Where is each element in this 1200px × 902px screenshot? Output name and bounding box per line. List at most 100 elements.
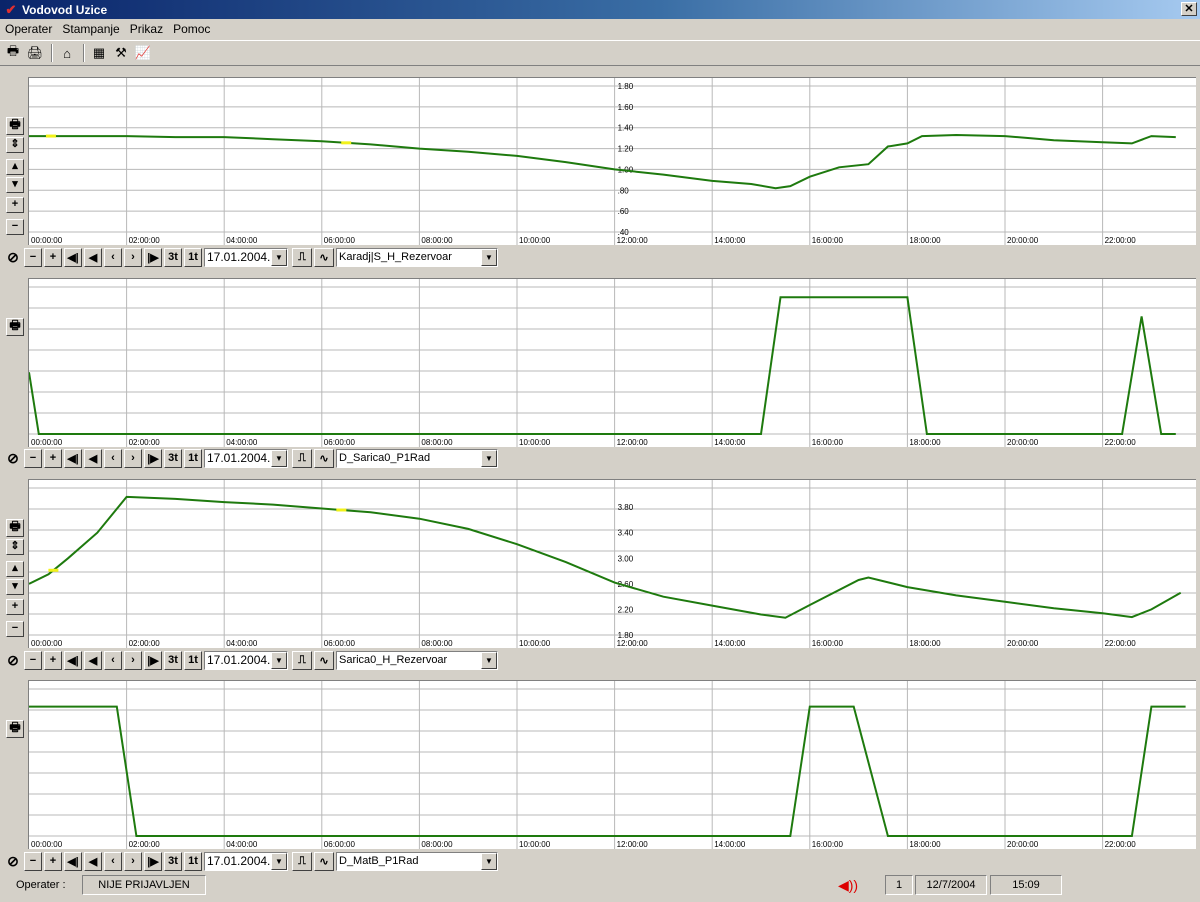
period-3t-button[interactable]: 3t bbox=[164, 448, 182, 468]
next-button[interactable]: › bbox=[124, 851, 142, 871]
home-icon[interactable]: ⌂ bbox=[57, 43, 77, 63]
print-icon[interactable]: 🖶 bbox=[3, 43, 23, 63]
trend-chart[interactable]: 00:00:00 02:00:00 04:00:00 06:00:00 08:00:00… bbox=[28, 278, 1196, 447]
scroll-up-button[interactable]: ▴ bbox=[6, 159, 24, 175]
chevron-down-icon[interactable]: ▼ bbox=[271, 449, 287, 467]
period-3t-button[interactable]: 3t bbox=[164, 851, 182, 871]
last-button[interactable]: |▶ bbox=[144, 650, 162, 670]
scale-minus-button[interactable]: − bbox=[6, 219, 24, 235]
reset-button[interactable]: ⊘ bbox=[4, 449, 22, 468]
prev-fast-button[interactable]: ◀ bbox=[84, 650, 102, 670]
chevron-down-icon[interactable]: ▼ bbox=[481, 651, 497, 669]
scale-toggle-button[interactable]: ⇕ bbox=[6, 539, 24, 555]
prev-fast-button[interactable]: ◀ bbox=[84, 448, 102, 468]
scale-minus-button[interactable]: − bbox=[6, 621, 24, 637]
print-panel-button[interactable]: 🖶 bbox=[6, 117, 24, 135]
zoom-in-button[interactable]: + bbox=[44, 448, 62, 468]
reset-button[interactable]: ⊘ bbox=[4, 852, 22, 871]
zoom-out-button[interactable]: − bbox=[24, 448, 42, 468]
trend-chart[interactable]: 00:00:00 02:00:00 04:00:00 06:00:00 08:00:00… bbox=[28, 77, 1196, 245]
scroll-up-button[interactable]: ▴ bbox=[6, 561, 24, 577]
tag-select[interactable]: D_Sarica0_P1Rad ▼ bbox=[336, 448, 498, 468]
trend-chart[interactable]: 00:00:00 02:00:00 04:00:00 06:00:00 08:00:00… bbox=[28, 479, 1196, 648]
menu-prikaz[interactable]: Prikaz bbox=[125, 22, 168, 36]
date-picker[interactable]: 17.01.2004. ▼ bbox=[204, 851, 288, 871]
tag-select[interactable]: Sarica0_H_Rezervoar ▼ bbox=[336, 650, 498, 670]
prev-button[interactable]: ‹ bbox=[104, 851, 122, 871]
print-panel-button[interactable]: 🖶 bbox=[6, 519, 24, 537]
scale-plus-button[interactable]: + bbox=[6, 197, 24, 213]
zoom-in-button[interactable]: + bbox=[44, 851, 62, 871]
last-button[interactable]: |▶ bbox=[144, 247, 162, 267]
menu-pomoc[interactable]: Pomoc bbox=[168, 22, 215, 36]
scale-plus-button[interactable]: + bbox=[6, 599, 24, 615]
first-button[interactable]: ◀| bbox=[64, 851, 82, 871]
operator-status[interactable]: NIJE PRIJAVLJEN bbox=[82, 875, 206, 895]
tag-select[interactable]: D_MatB_P1Rad ▼ bbox=[336, 851, 498, 871]
prev-fast-button[interactable]: ◀ bbox=[84, 247, 102, 267]
trend-icon[interactable]: 📈 bbox=[133, 43, 153, 63]
scale-toggle-button[interactable]: ⇕ bbox=[6, 137, 24, 153]
time-tick-label: 00:00:00 bbox=[31, 236, 63, 245]
period-1t-button[interactable]: 1t bbox=[184, 851, 202, 871]
next-button[interactable]: › bbox=[124, 650, 142, 670]
print-color-icon[interactable]: 🖨 bbox=[25, 43, 45, 63]
print-panel-button[interactable]: 🖶 bbox=[6, 720, 24, 738]
chevron-down-icon[interactable]: ▼ bbox=[481, 449, 497, 467]
prev-button[interactable]: ‹ bbox=[104, 650, 122, 670]
step-mode-button[interactable]: ⎍ bbox=[292, 247, 312, 267]
zoom-out-button[interactable]: − bbox=[24, 247, 42, 267]
curve-mode-button[interactable]: ∿ bbox=[314, 851, 334, 871]
period-3t-button[interactable]: 3t bbox=[164, 650, 182, 670]
network-icon[interactable]: ▦ bbox=[89, 43, 109, 63]
first-button[interactable]: ◀| bbox=[64, 448, 82, 468]
zoom-out-button[interactable]: − bbox=[24, 650, 42, 670]
first-button[interactable]: ◀| bbox=[64, 247, 82, 267]
date-picker[interactable]: 17.01.2004. ▼ bbox=[204, 448, 288, 468]
step-mode-button[interactable]: ⎍ bbox=[292, 448, 312, 468]
menu-stampanje[interactable]: Stampanje bbox=[57, 22, 124, 36]
print-panel-button[interactable]: 🖶 bbox=[6, 318, 24, 336]
next-button[interactable]: › bbox=[124, 448, 142, 468]
reset-button[interactable]: ⊘ bbox=[4, 651, 22, 670]
time-tick-label: 04:00:00 bbox=[226, 639, 258, 648]
date-picker[interactable]: 17.01.2004. ▼ bbox=[204, 650, 288, 670]
scroll-down-button[interactable]: ▾ bbox=[6, 579, 24, 595]
speaker-icon[interactable]: ◀)) bbox=[838, 877, 858, 894]
time-tick-label: 04:00:00 bbox=[226, 236, 258, 245]
chevron-down-icon[interactable]: ▼ bbox=[271, 248, 287, 266]
period-1t-button[interactable]: 1t bbox=[184, 650, 202, 670]
menu-operater[interactable]: Operater bbox=[0, 22, 57, 36]
chevron-down-icon[interactable]: ▼ bbox=[271, 651, 287, 669]
period-3t-button[interactable]: 3t bbox=[164, 247, 182, 267]
prev-fast-button[interactable]: ◀ bbox=[84, 851, 102, 871]
first-button[interactable]: ◀| bbox=[64, 650, 82, 670]
zoom-out-button[interactable]: − bbox=[24, 851, 42, 871]
next-button[interactable]: › bbox=[124, 247, 142, 267]
curve-mode-button[interactable]: ∿ bbox=[314, 247, 334, 267]
period-1t-button[interactable]: 1t bbox=[184, 448, 202, 468]
prev-button[interactable]: ‹ bbox=[104, 247, 122, 267]
date-picker[interactable]: 17.01.2004. ▼ bbox=[204, 247, 288, 267]
tools-icon[interactable]: ⚒ bbox=[111, 43, 131, 63]
close-button[interactable]: ✕ bbox=[1181, 2, 1197, 16]
zoom-in-button[interactable]: + bbox=[44, 650, 62, 670]
y-tick-label: 1.60 bbox=[618, 103, 634, 112]
period-1t-button[interactable]: 1t bbox=[184, 247, 202, 267]
chevron-down-icon[interactable]: ▼ bbox=[481, 248, 497, 266]
scroll-down-button[interactable]: ▾ bbox=[6, 177, 24, 193]
last-button[interactable]: |▶ bbox=[144, 448, 162, 468]
trend-chart[interactable]: 00:00:00 02:00:00 04:00:00 06:00:00 08:00:00… bbox=[28, 680, 1196, 849]
chevron-down-icon[interactable]: ▼ bbox=[271, 852, 287, 870]
curve-mode-button[interactable]: ∿ bbox=[314, 448, 334, 468]
step-mode-button[interactable]: ⎍ bbox=[292, 851, 312, 871]
reset-button[interactable]: ⊘ bbox=[4, 248, 22, 267]
step-mode-button[interactable]: ⎍ bbox=[292, 650, 312, 670]
curve-mode-button[interactable]: ∿ bbox=[314, 650, 334, 670]
prev-button[interactable]: ‹ bbox=[104, 448, 122, 468]
time-tick-label: 06:00:00 bbox=[324, 840, 356, 849]
tag-select[interactable]: Karadj|S_H_Rezervoar ▼ bbox=[336, 247, 498, 267]
zoom-in-button[interactable]: + bbox=[44, 247, 62, 267]
last-button[interactable]: |▶ bbox=[144, 851, 162, 871]
chevron-down-icon[interactable]: ▼ bbox=[481, 852, 497, 870]
